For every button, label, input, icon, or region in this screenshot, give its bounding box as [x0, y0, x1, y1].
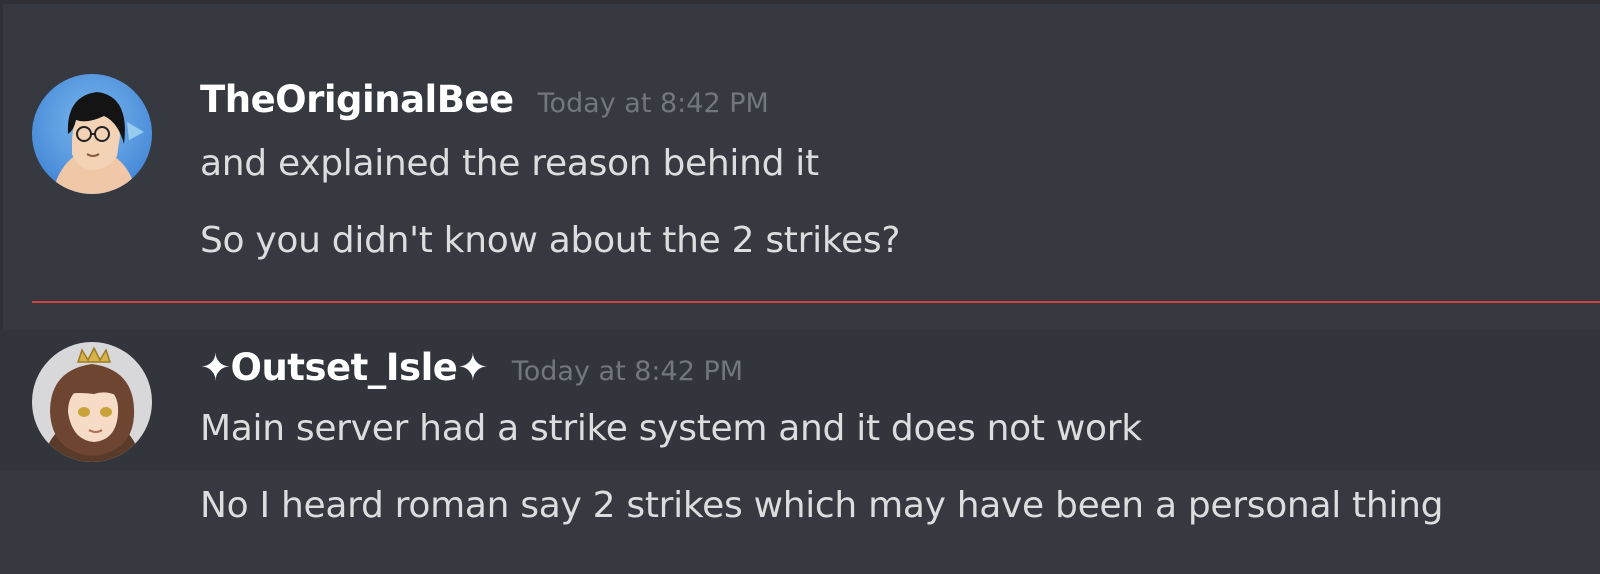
username[interactable]: TheOriginalBee — [200, 78, 514, 121]
avatar[interactable] — [32, 342, 152, 462]
message-group: TheOriginalBee Today at 8:42 PM and expl… — [0, 60, 1600, 300]
message-text: Main server had a strike system and it d… — [200, 408, 1142, 449]
message-header: TheOriginalBee Today at 8:42 PM — [200, 78, 769, 121]
username[interactable]: ✦Outset_Isle✦ — [200, 346, 488, 389]
avatar-image — [32, 342, 152, 462]
message-text: No I heard roman say 2 strikes which may… — [200, 485, 1444, 526]
top-strip — [0, 0, 1600, 4]
chat-messages: TheOriginalBee Today at 8:42 PM and expl… — [0, 0, 1600, 574]
new-messages-divider — [32, 301, 1600, 303]
timestamp[interactable]: Today at 8:42 PM — [512, 356, 743, 387]
timestamp[interactable]: Today at 8:42 PM — [538, 88, 769, 119]
message-text: and explained the reason behind it — [200, 143, 819, 184]
message-header: ✦Outset_Isle✦ Today at 8:42 PM — [200, 346, 743, 389]
avatar-image — [32, 74, 152, 194]
message-group: ✦Outset_Isle✦ Today at 8:42 PM Main serv… — [0, 330, 1600, 574]
avatar[interactable] — [32, 74, 152, 194]
message-text: So you didn't know about the 2 strikes? — [200, 220, 901, 261]
